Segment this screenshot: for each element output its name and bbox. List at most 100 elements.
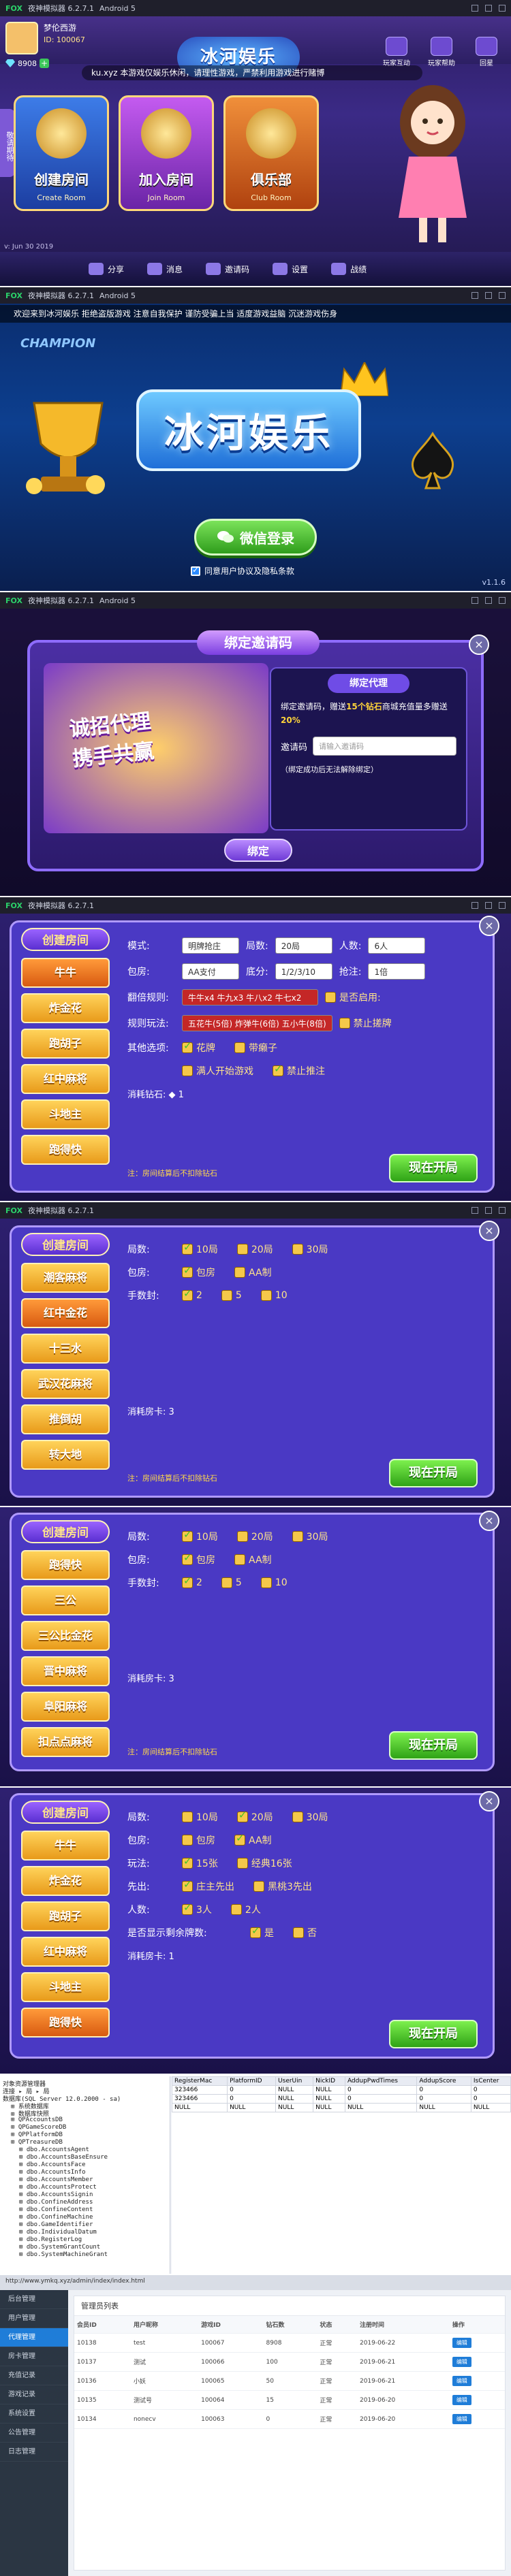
aa-checkbox[interactable] — [234, 1267, 245, 1278]
hand-checkbox[interactable] — [182, 1287, 193, 1301]
close-window-icon[interactable] — [499, 597, 506, 604]
room-pay-option[interactable]: 包房 — [182, 1551, 215, 1566]
room-close-button[interactable]: × — [479, 916, 499, 936]
table-cell[interactable]: NULL — [344, 2103, 418, 2112]
first-play-option[interactable]: 黑桃3先出 — [253, 1880, 312, 1893]
game-item[interactable]: 跑得快 — [21, 1550, 110, 1580]
table-cell[interactable]: NULL — [313, 2103, 345, 2112]
table-cell[interactable]: NULL — [171, 2103, 228, 2112]
play-mode-option[interactable]: 经典16张 — [236, 1856, 292, 1870]
double-rule-select[interactable]: 牛牛x4 牛九x3 牛八x2 牛七x2 — [182, 989, 318, 1005]
room-close-button[interactable]: × — [479, 1511, 499, 1531]
full-start-checkbox[interactable] — [182, 1065, 193, 1076]
aa-option[interactable]: AA制 — [234, 1266, 272, 1279]
share-button[interactable]: 分享 — [89, 263, 124, 275]
first-play-checkbox[interactable] — [253, 1881, 264, 1892]
table-cell[interactable]: 0 — [227, 2085, 277, 2095]
agree-checkbox[interactable] — [191, 565, 200, 576]
invite-code-input[interactable]: 请输入邀请码 — [313, 737, 456, 756]
tree-node[interactable]: ⊞ dbo.AccountsMember — [3, 2176, 167, 2184]
tree-node[interactable]: ⊞ 数据库快照 — [3, 2109, 167, 2116]
round-option[interactable]: 30局 — [292, 1242, 328, 1256]
game-item[interactable]: 转大地 — [21, 1440, 110, 1470]
round-checkbox[interactable] — [292, 1244, 303, 1255]
club-room-card[interactable]: 俱乐部 Club Room — [223, 95, 319, 211]
start-game-button[interactable]: 现在开局 — [389, 1154, 478, 1182]
tree-node[interactable]: ⊞ dbo.AccountsBaseEnsure — [3, 2154, 167, 2161]
player-avatar[interactable] — [5, 22, 38, 54]
close-window-icon[interactable] — [499, 1207, 506, 1214]
round-option[interactable]: 10局 — [182, 1241, 218, 1256]
table-cell[interactable]: 323466 — [171, 2085, 228, 2095]
table-cell[interactable]: NULL — [313, 2094, 345, 2104]
sidebar-item[interactable]: 游戏记录 — [0, 2385, 68, 2404]
sidebar-item[interactable]: 后台管理 — [0, 2290, 68, 2309]
hand-checkbox[interactable] — [260, 1290, 272, 1301]
hand-option[interactable]: 2 — [182, 1287, 202, 1301]
tree-node[interactable]: ⊞ QPPlatformDB — [3, 2131, 167, 2139]
table-cell[interactable]: NULL — [275, 2085, 314, 2095]
record-button[interactable]: 战绩 — [331, 263, 367, 275]
tree-node[interactable]: ⊞ dbo.ConfineMachine — [3, 2214, 167, 2221]
wildcard-checkbox[interactable] — [234, 1042, 245, 1053]
close-window-icon[interactable] — [499, 292, 506, 299]
edit-button[interactable]: 编辑 — [452, 2414, 471, 2424]
invite-code-button[interactable]: 邀请码 — [206, 263, 249, 275]
room-pay-option[interactable]: 包房 — [182, 1833, 215, 1847]
interact-button[interactable]: 玩家互动 — [379, 37, 414, 67]
game-item[interactable]: 潮客麻将 — [21, 1263, 110, 1293]
return-button[interactable]: 回星 — [469, 37, 504, 67]
tree-node[interactable]: ⊞ dbo.IndividualDatum — [3, 2229, 167, 2236]
game-item-paodekuai[interactable]: 跑得快 — [21, 1135, 110, 1165]
first-play-checkbox[interactable] — [182, 1878, 193, 1892]
table-row[interactable]: 323466 0 NULL NULL 0 0 0 — [171, 2094, 511, 2104]
game-item[interactable]: 武汉花麻将 — [21, 1369, 110, 1399]
hand-checkbox[interactable] — [221, 1290, 232, 1301]
show-remaining-option[interactable]: 否 — [293, 1926, 317, 1939]
sidebar-item[interactable]: 房卡管理 — [0, 2347, 68, 2366]
column-header[interactable]: AddupPwdTimes — [344, 2076, 418, 2086]
play-rule-select[interactable]: 五花牛(5倍) 炸弹牛(6倍) 五小牛(8倍) — [182, 1015, 332, 1031]
round-option[interactable]: 30局 — [292, 1530, 328, 1543]
round-option[interactable]: 20局 — [236, 1809, 273, 1824]
table-cell[interactable]: NULL — [416, 2103, 471, 2112]
hand-checkbox[interactable] — [221, 1577, 232, 1588]
no-rub-option[interactable]: 禁止搓牌 — [339, 1016, 392, 1030]
tree-node[interactable]: ⊞ dbo.SystemMachineGrant — [3, 2251, 167, 2259]
room-close-button[interactable]: × — [479, 1221, 499, 1241]
tree-node[interactable]: ⊞ QPTreasureDB — [3, 2139, 167, 2146]
game-item[interactable]: 十三水 — [21, 1334, 110, 1364]
settings-button[interactable]: 设置 — [273, 263, 308, 275]
tree-node[interactable]: ⊞ dbo.SystemGrantCount — [3, 2244, 167, 2251]
room-pay-select[interactable]: AA支付 — [182, 963, 239, 980]
players-checkbox[interactable] — [182, 1901, 193, 1915]
edit-button[interactable]: 编辑 — [452, 2395, 471, 2405]
aa-option[interactable]: AA制 — [234, 1832, 272, 1847]
column-header[interactable]: IsCenter — [470, 2076, 511, 2086]
round-option[interactable]: 10局 — [182, 1528, 218, 1543]
table-cell[interactable]: NULL — [275, 2094, 314, 2104]
room-pay-option[interactable]: 包房 — [182, 1264, 215, 1279]
start-game-button[interactable]: 现在开局 — [389, 2020, 478, 2048]
round-checkbox[interactable] — [236, 1531, 248, 1542]
game-item[interactable]: 晋中麻将 — [21, 1656, 110, 1686]
side-tab[interactable]: 敬请期待 — [0, 109, 15, 177]
players-checkbox[interactable] — [230, 1904, 242, 1915]
show-remaining-checkbox[interactable] — [293, 1927, 304, 1938]
room-pay-checkbox[interactable] — [182, 1551, 193, 1565]
hand-option[interactable]: 10 — [260, 1290, 288, 1301]
game-item-hongzhong[interactable]: 红中麻将 — [21, 1937, 110, 1967]
players-option[interactable]: 3人 — [182, 1901, 212, 1916]
mode-select[interactable]: 明牌抢庄 — [182, 937, 239, 954]
game-item-paohuzi[interactable]: 跑胡子 — [21, 1901, 110, 1931]
column-header[interactable]: NickID — [313, 2076, 345, 2086]
round-option[interactable]: 10局 — [182, 1810, 218, 1824]
minimize-icon[interactable] — [471, 292, 478, 299]
no-push-option[interactable]: 禁止推注 — [273, 1063, 325, 1078]
table-cell[interactable]: 0 — [470, 2085, 511, 2095]
show-remaining-checkbox[interactable] — [250, 1925, 261, 1938]
table-cell[interactable]: NULL — [227, 2103, 277, 2112]
table-cell[interactable]: 0 — [416, 2094, 471, 2104]
sidebar-item[interactable]: 用户管理 — [0, 2309, 68, 2328]
column-header[interactable]: AddupScore — [416, 2076, 471, 2086]
